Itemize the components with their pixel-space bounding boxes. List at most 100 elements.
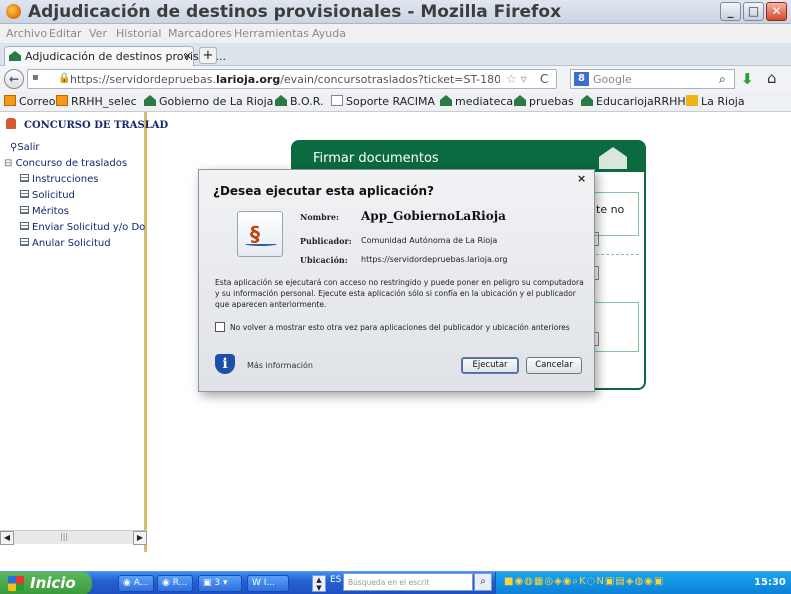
tab-label: Adjudicación de destinos provision... [25, 50, 227, 63]
menu-editar[interactable]: Editar [49, 27, 82, 40]
java-cup-icon: § [237, 211, 283, 257]
sidebar-item-solicitud[interactable]: Solicitud [20, 190, 75, 201]
tab-bar: Adjudicación de destinos provision... × … [0, 43, 791, 66]
close-window-button[interactable]: ✕ [766, 2, 787, 21]
sidebar-item-enviar[interactable]: Enviar Solicitud y/o Do [20, 222, 145, 233]
info-icon: i [215, 354, 235, 374]
lock-icon: 🔒 [58, 73, 71, 84]
search-engine-icon[interactable]: 8 [574, 72, 589, 86]
dont-show-checkbox[interactable] [215, 322, 225, 332]
system-tray: ■◉◍▦◎◈◉⌕K◌N▣▤◈◍◉▣ 15:30 [495, 572, 791, 594]
dialog-title: ¿Desea ejecutar esta aplicación? [213, 184, 434, 198]
nav-bar: ← ▪ 🔒 https://servidordepruebas.larioja.… [0, 66, 791, 92]
windows-logo-icon [8, 576, 24, 591]
bookmark-gobierno[interactable]: Gobierno de La Rioja [144, 95, 273, 108]
menu-marcadores[interactable]: Marcadores [168, 27, 232, 40]
bookmark-pruebas[interactable]: pruebas [514, 95, 574, 108]
taskbar-item-r[interactable]: ◉ R... [157, 575, 193, 592]
url-text[interactable]: https://servidordepruebas.larioja.org/ev… [70, 73, 500, 86]
tray-icons[interactable]: ■◉◍▦◎◈◉⌕K◌N▣▤◈◍◉▣ [504, 576, 664, 587]
identity-icon[interactable]: ▪ [32, 72, 39, 83]
location-label: Ubicación: [300, 255, 348, 265]
publisher-value: Comunidad Autónoma de La Rioja [361, 236, 498, 245]
clock: 15:30 [754, 577, 786, 588]
bookmark-bor[interactable]: B.O.R. [275, 95, 324, 108]
menu-herramientas[interactable]: Herramientas [234, 27, 309, 40]
tab-adjudicacion[interactable]: Adjudicación de destinos provision... × [4, 46, 226, 66]
bookmark-star-icon[interactable]: ☆ ▿ [506, 72, 527, 86]
sidebar-item-anular[interactable]: Anular Solicitud [20, 238, 111, 249]
sidebar-item-meritos[interactable]: Méritos [20, 206, 69, 217]
gobierno-icon [275, 95, 287, 106]
rss-icon [686, 95, 698, 106]
new-tab-button[interactable]: + [199, 47, 217, 64]
firmar-title: Firmar documentos [313, 151, 439, 166]
back-arrow-icon[interactable]: ← [4, 69, 24, 89]
divider [591, 254, 639, 255]
scroll-left-icon[interactable]: ◀ [0, 531, 14, 545]
bookmark-la-rioja[interactable]: La Rioja [686, 95, 745, 108]
search-engine-label: Google [593, 73, 632, 86]
menu-ver[interactable]: Ver [89, 27, 107, 40]
start-button[interactable]: Inicio [0, 572, 92, 594]
more-info-link[interactable]: Más información [247, 361, 313, 370]
tab-close-icon[interactable]: × [183, 49, 192, 62]
warning-text: Esta aplicación se ejecutará con acceso … [215, 278, 584, 309]
menu-archivo[interactable]: Archivo [6, 27, 47, 40]
sidebar-item-salir[interactable]: ⚲Salir [10, 142, 39, 153]
url-bar[interactable]: ▪ 🔒 https://servidordepruebas.larioja.or… [27, 69, 557, 89]
window-title: Adjudicación de destinos provisionales -… [28, 2, 562, 22]
app-name: App_GobiernoLaRioja [361, 209, 506, 223]
bookmark-educariojarrhh[interactable]: EducariojaRRHH [581, 95, 686, 108]
minimize-button[interactable]: _ [720, 2, 741, 21]
bookmark-correo[interactable]: Correo [4, 95, 56, 108]
firmar-header: Firmar documentos [293, 142, 644, 172]
office-icon [4, 95, 16, 106]
location-value: https://servidordepruebas.larioja.org [361, 255, 508, 264]
office-icon [56, 95, 68, 106]
language-indicator[interactable]: ES [330, 575, 341, 585]
horizontal-scrollbar[interactable]: ◀ ||| ▶ [0, 530, 147, 545]
firmar-option-box: te no [591, 192, 639, 236]
dialog-close-icon[interactable]: × [577, 172, 586, 185]
run-button[interactable]: Ejecutar [461, 357, 519, 374]
scroll-right-icon[interactable]: ▶ [133, 531, 147, 545]
sidebar-item-instrucciones[interactable]: Instrucciones [20, 174, 98, 185]
grid-icon [20, 206, 29, 214]
search-magnifier-icon[interactable]: ⌕ [719, 72, 726, 87]
menu-ayuda[interactable]: Ayuda [312, 27, 346, 40]
desktop-search-icon[interactable]: ⌕ [474, 573, 492, 591]
sidebar-title: CONCURSO DE TRASLAD [24, 120, 169, 131]
concurso-icon [6, 118, 16, 129]
dont-show-label[interactable]: No volver a mostrar esto otra vez para a… [230, 323, 570, 332]
java-security-dialog: × ¿Desea ejecutar esta aplicación? § Nom… [198, 169, 595, 392]
cancel-button[interactable]: Cancelar [526, 357, 582, 374]
firefox-logo-icon [6, 4, 21, 19]
bookmarks-bar: Correo RRHH_selec Gobierno de La Rioja B… [0, 92, 791, 112]
bookmark-rrhh-selec[interactable]: RRHH_selec [56, 95, 137, 108]
gobierno-icon [144, 95, 156, 106]
bookmark-soporte-racima[interactable]: Soporte RACIMA [331, 95, 435, 108]
bookmark-mediateca[interactable]: mediateca [440, 95, 513, 108]
menu-historial[interactable]: Historial [116, 27, 161, 40]
download-arrow-icon[interactable]: ⬇ [741, 70, 754, 88]
grid-icon [20, 222, 29, 230]
reload-icon[interactable]: C [540, 72, 548, 86]
sidebar-group-concurso[interactable]: ⊟ Concurso de traslados [4, 158, 127, 169]
name-label: Nombre: [300, 212, 339, 222]
maximize-button[interactable]: □ [743, 2, 764, 21]
desktop-search-input[interactable]: Búsqueda en el escrit [343, 573, 473, 591]
taskbar-item-firefox[interactable]: ◉ A... [118, 575, 154, 592]
gobierno-icon [514, 95, 526, 106]
search-bar[interactable]: 8 Google ⌕ [570, 69, 735, 89]
taskbar-item-word[interactable]: W I... [247, 575, 289, 592]
language-arrows-icon[interactable]: ▲ ▼ [312, 575, 326, 592]
publisher-label: Publicador: [300, 236, 352, 246]
taskbar-item-office-group[interactable]: ▣ 3 ▾ [198, 575, 242, 592]
sidebar-frame: CONCURSO DE TRASLAD ⚲Salir ⊟ Concurso de… [0, 112, 168, 552]
home-icon[interactable]: ⌂ [767, 69, 777, 87]
scroll-thumb[interactable]: ||| [60, 532, 68, 541]
page-icon [331, 95, 343, 106]
gobierno-logo-icon [599, 147, 627, 169]
title-bar: Adjudicación de destinos provisionales -… [0, 0, 791, 24]
